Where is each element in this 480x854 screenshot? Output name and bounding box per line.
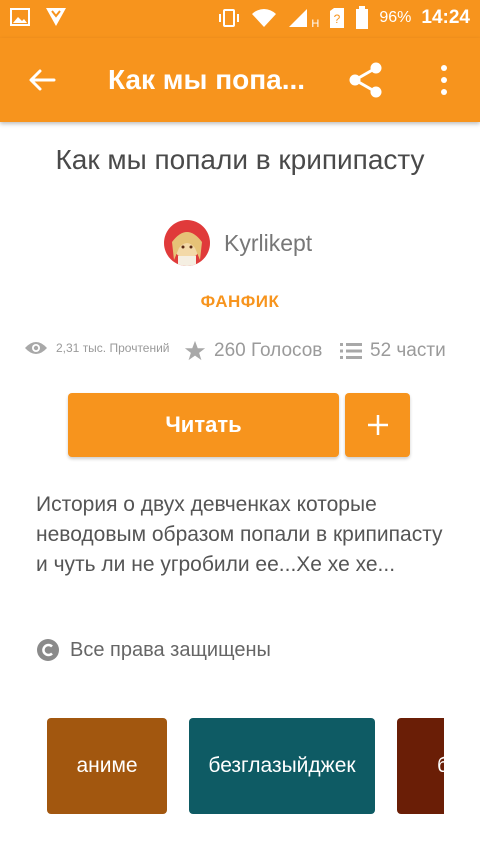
more-vertical-icon [441,65,447,95]
star-icon [184,340,206,361]
vibrate-icon [217,8,241,28]
app-toolbar: Как мы попа... [0,38,480,122]
votes-count: 260 Голосов [214,340,323,361]
category-label[interactable]: ФАНФИК [0,292,480,312]
signal-icon [287,7,309,29]
share-button[interactable] [346,60,386,100]
arrow-left-icon [29,69,56,91]
gallery-icon [10,8,30,26]
list-icon [340,343,362,359]
tag-label: б [437,754,444,777]
status-bar: H ? 96% 14:24 [0,0,480,38]
more-options-button[interactable] [430,62,458,98]
parts-count: 52 части [370,340,446,361]
parts-stat: 52 части [340,340,446,362]
wifi-icon [251,8,277,28]
tags-list: аниме безглазыйджек б [0,718,444,814]
battery-percent: 96% [379,9,412,26]
shield-icon [44,6,68,28]
tag-chip[interactable]: безглазыйджек [189,718,375,814]
copyright-icon [37,639,59,661]
plus-icon [367,415,388,435]
author-row: Kyrlikept [0,218,480,268]
story-title: Как мы попали в крипипасту [55,144,425,175]
copyright-row: Все права защищены [36,638,271,662]
back-button[interactable] [26,64,58,96]
battery-icon [355,6,369,30]
eye-icon [25,342,47,354]
story-description: История о двух девченках которые неводов… [36,493,443,576]
network-type-label: H [311,18,320,30]
reads-stat: 2,31 тыс. Прочтений [24,340,170,356]
reads-count: 2,31 тыс. Прочтений [56,341,170,355]
toolbar-title: Как мы попа... [108,64,306,95]
sim-icon: ? [329,7,345,29]
svg-text:?: ? [334,12,341,26]
read-button[interactable]: Читать [68,393,339,457]
share-icon [349,62,382,98]
add-to-library-button[interactable] [345,393,410,457]
avatar[interactable] [164,220,210,266]
author-name[interactable]: Kyrlikept [224,230,312,257]
tag-chip[interactable]: аниме [47,718,167,814]
tag-chip[interactable]: б [397,718,444,814]
copyright-label: Все права защищены [70,638,271,661]
clock: 14:24 [421,7,470,28]
votes-stat: 260 Голосов [184,340,322,362]
story-stats: 2,31 тыс. Прочтений 260 Голосов 52 части [0,340,480,370]
